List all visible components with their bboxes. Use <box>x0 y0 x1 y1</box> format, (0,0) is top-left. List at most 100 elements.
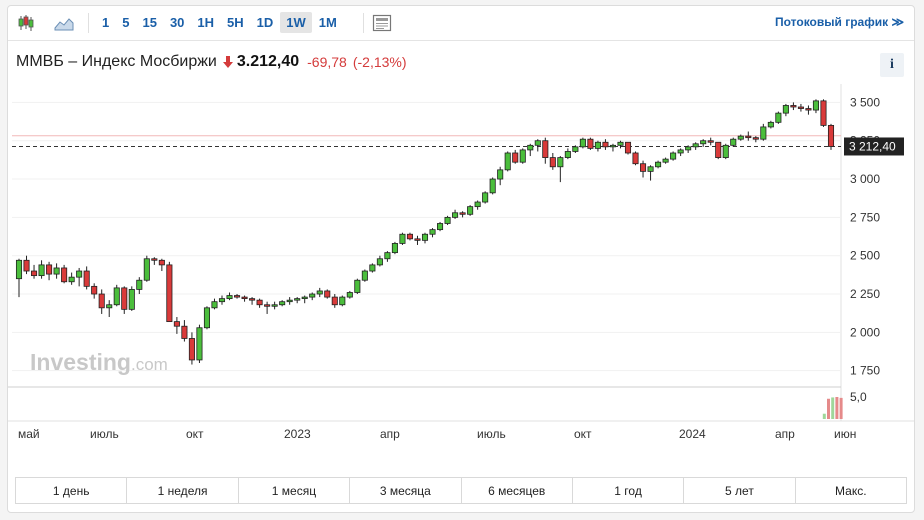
candle <box>106 300 113 318</box>
candle-body <box>143 258 150 281</box>
volume-bar <box>831 397 835 419</box>
candle <box>624 141 632 155</box>
candle <box>700 139 707 147</box>
candle-body <box>685 146 692 151</box>
candle <box>384 251 391 262</box>
candle-body <box>444 216 451 224</box>
candle <box>249 297 256 305</box>
candle-body <box>609 144 616 148</box>
candle <box>640 160 647 178</box>
candle-body <box>15 259 23 280</box>
range-button[interactable]: 1 день <box>16 478 128 503</box>
candle <box>459 211 466 218</box>
candle-body <box>805 108 812 111</box>
candle-body <box>715 141 722 158</box>
candle-body <box>640 163 647 172</box>
candle-body <box>264 304 271 307</box>
candle-body <box>369 264 376 272</box>
candle-body <box>737 135 744 140</box>
candle <box>376 255 383 267</box>
volume-bar <box>835 397 839 419</box>
candle <box>722 143 729 160</box>
candle <box>707 137 714 146</box>
candle <box>527 143 534 157</box>
candle <box>429 228 436 238</box>
candle-body <box>188 338 195 361</box>
candle <box>512 149 519 164</box>
time-axis-label: июль <box>90 427 119 441</box>
candle-body <box>218 298 226 303</box>
candle-body <box>519 149 526 163</box>
watermark-suffix: .com <box>131 355 168 374</box>
candle <box>188 332 195 365</box>
candle <box>542 137 549 164</box>
candle-body <box>294 298 301 301</box>
candle <box>670 151 677 161</box>
candle-body <box>812 100 819 111</box>
range-button[interactable]: 1 неделя <box>127 478 239 503</box>
candle <box>760 123 767 141</box>
candle <box>196 324 203 364</box>
candle-body <box>677 149 684 154</box>
range-button[interactable]: Макс. <box>796 478 906 503</box>
candle-body <box>624 141 632 154</box>
candle-body <box>46 264 53 275</box>
range-button[interactable]: 5 лет <box>684 478 796 503</box>
candle <box>173 317 180 334</box>
investing-watermark: Investing.com <box>30 349 168 375</box>
price-tick-label: 3 000 <box>850 172 880 186</box>
candle-body <box>820 100 827 126</box>
candle-body <box>91 285 98 295</box>
candle-body <box>406 233 413 240</box>
candle <box>549 152 556 170</box>
candle-body <box>707 140 714 143</box>
candle <box>143 255 150 282</box>
candle-body <box>797 106 804 109</box>
candle <box>497 166 504 186</box>
candle <box>421 232 429 244</box>
candle <box>369 263 376 273</box>
candle-body <box>158 259 165 266</box>
candle <box>256 298 263 308</box>
candle <box>181 320 188 342</box>
candle-body <box>647 166 654 172</box>
candle-body <box>474 201 481 208</box>
range-selector: 1 день 1 неделя 1 месяц 3 месяца 6 месяцев 1 … <box>15 477 907 504</box>
candle-body <box>782 105 789 114</box>
candle <box>579 137 586 149</box>
candle-body <box>467 206 474 215</box>
candle-body <box>211 301 218 309</box>
price-tick-label: 2 000 <box>850 325 880 339</box>
candle <box>609 143 616 152</box>
time-axis-label: окт <box>574 427 592 441</box>
candle-body <box>106 304 113 309</box>
candle <box>406 232 413 241</box>
candle-body <box>722 144 729 158</box>
candle-body <box>53 267 60 275</box>
candle <box>91 283 98 299</box>
candle-body <box>83 270 90 287</box>
candle-body <box>692 143 699 148</box>
candle-body <box>98 293 105 309</box>
range-button[interactable]: 1 год <box>573 478 685 503</box>
candle <box>782 103 789 117</box>
candle <box>128 286 135 311</box>
candle-body <box>391 243 398 254</box>
candle <box>662 157 669 164</box>
candle <box>752 136 759 143</box>
candle <box>444 215 451 226</box>
candle <box>820 99 827 127</box>
candle <box>572 145 579 153</box>
range-button[interactable]: 1 месяц <box>239 478 351 503</box>
candle <box>218 295 226 305</box>
candle <box>166 261 173 323</box>
candle-body <box>504 152 511 171</box>
candle-body <box>346 292 353 298</box>
price-chart[interactable]: 3 5003 2503 0002 7502 5002 2502 0001 750… <box>8 6 914 476</box>
candle-body <box>61 267 68 283</box>
range-button[interactable]: 6 месяцев <box>462 478 573 503</box>
candle <box>264 301 271 314</box>
candle <box>301 295 308 304</box>
range-button[interactable]: 3 месяца <box>350 478 462 503</box>
candle <box>354 278 361 295</box>
